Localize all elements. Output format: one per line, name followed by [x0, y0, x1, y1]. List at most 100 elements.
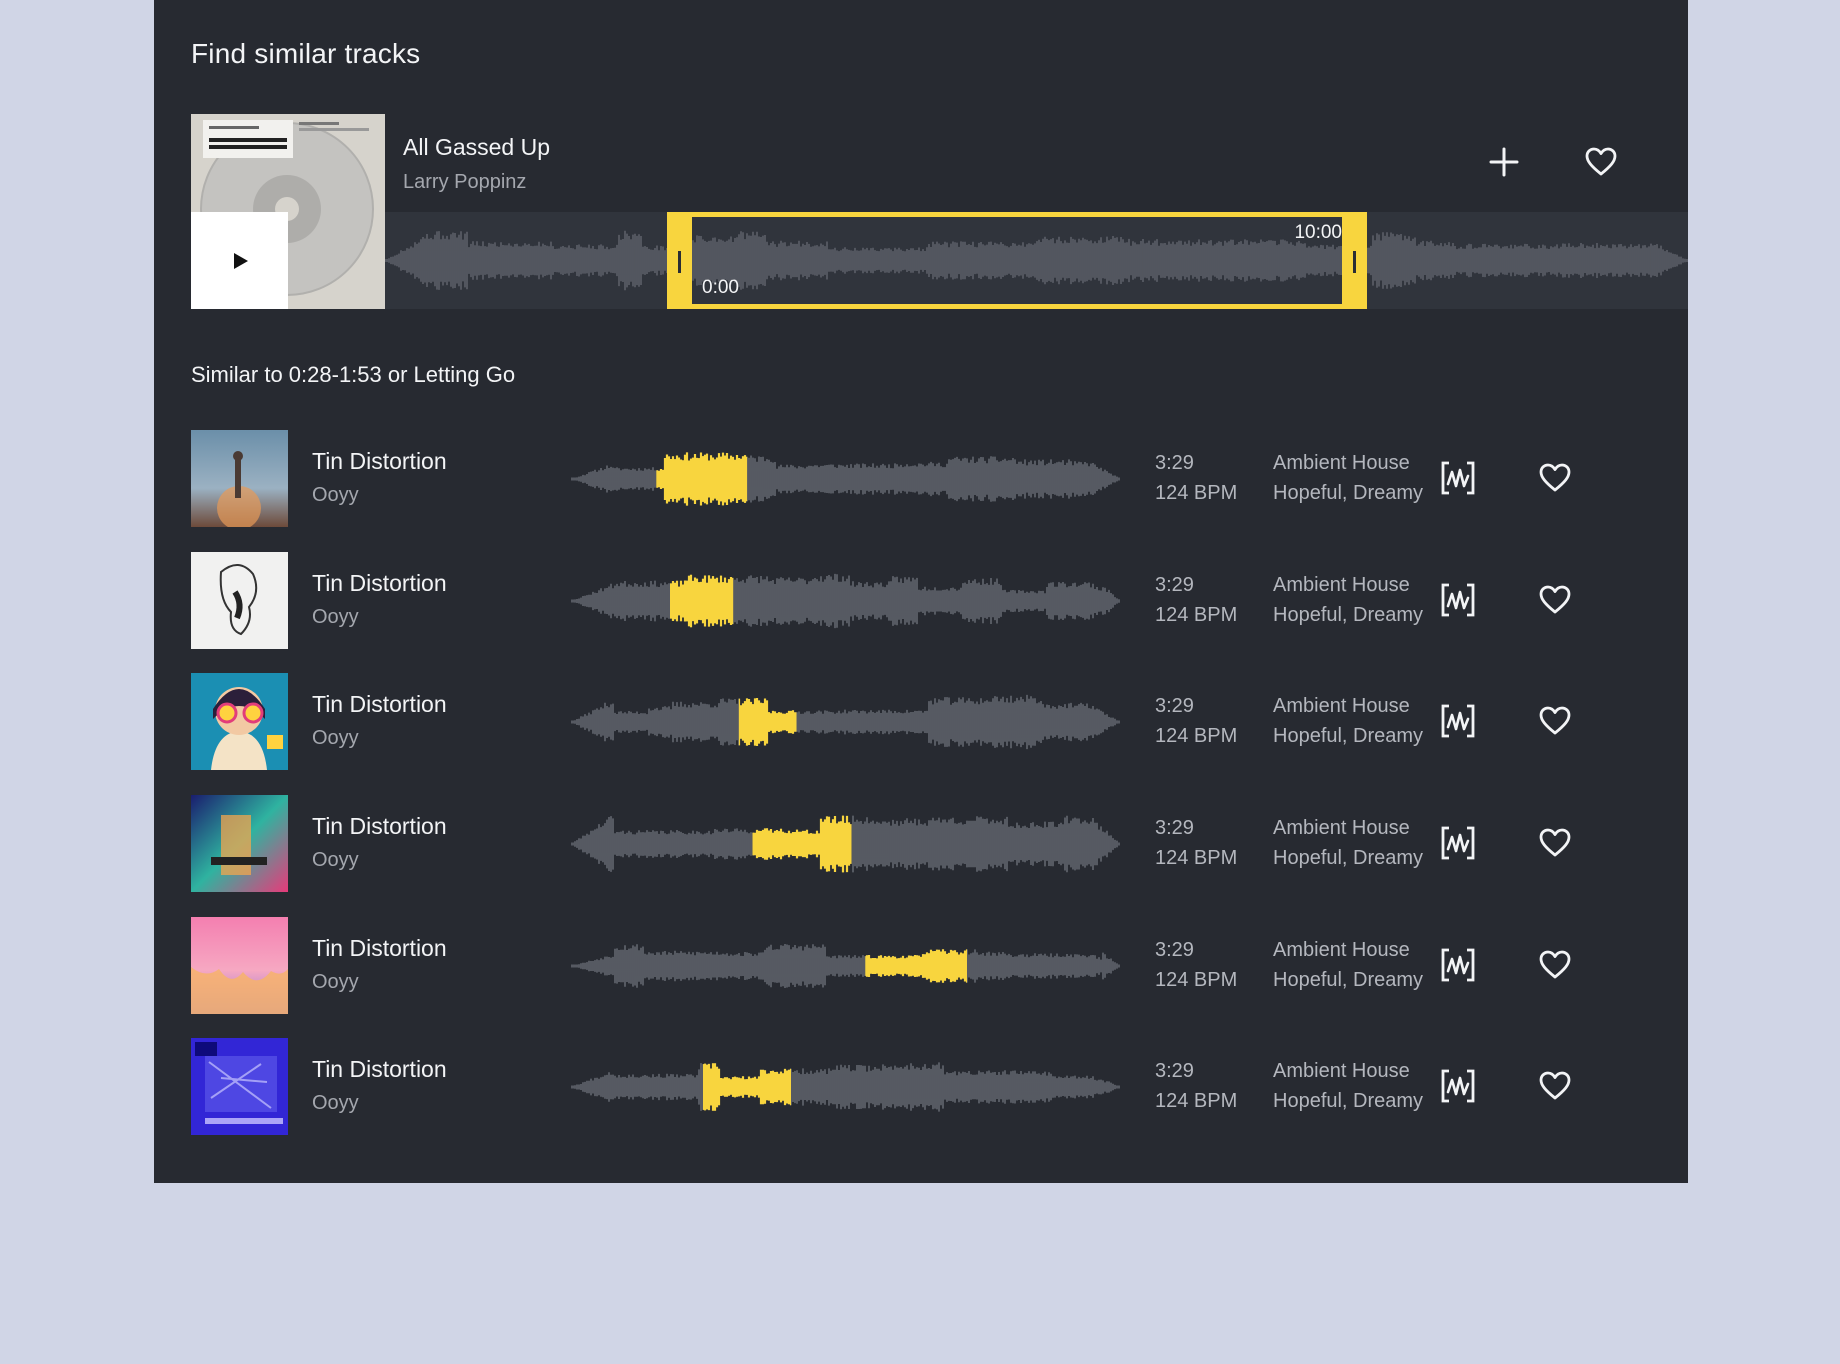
- track-duration: 3:29: [1155, 452, 1194, 474]
- track-bpm: 124 BPM: [1155, 604, 1238, 626]
- track-duration: 3:29: [1155, 695, 1194, 717]
- waveform-path: [571, 694, 1120, 750]
- like-track-button[interactable]: [1531, 454, 1579, 502]
- find-similar-button[interactable]: [1434, 819, 1482, 867]
- waveform-search-icon: [1441, 461, 1475, 495]
- play-icon: [233, 252, 248, 269]
- track-artist: Ooyy: [312, 849, 359, 871]
- track-title: Tin Distortion: [312, 813, 447, 839]
- track-row[interactable]: Tin Distortion Ooyy 3:29 124 BPM Ambient…: [191, 795, 1651, 892]
- track-genre: Ambient House: [1273, 817, 1410, 839]
- track-genre: Ambient House: [1273, 574, 1410, 596]
- find-similar-button[interactable]: [1434, 1062, 1482, 1110]
- track-cover-art: [191, 673, 288, 770]
- track-duration: 3:29: [1155, 1060, 1194, 1082]
- plus-icon: [1489, 147, 1519, 177]
- track-title: Tin Distortion: [312, 935, 447, 961]
- find-similar-button[interactable]: [1434, 454, 1482, 502]
- track-duration: 3:29: [1155, 939, 1194, 961]
- track-waveform[interactable]: [571, 1052, 1121, 1122]
- track-bpm: 124 BPM: [1155, 482, 1238, 504]
- track-waveform[interactable]: [571, 444, 1121, 514]
- track-genre: Ambient House: [1273, 695, 1410, 717]
- heart-icon: [1539, 950, 1571, 979]
- seed-cover-art: [191, 114, 385, 309]
- track-row[interactable]: Tin Distortion Ooyy 3:29 124 BPM Ambient…: [191, 673, 1651, 770]
- track-cover-art: [191, 917, 288, 1014]
- add-button[interactable]: [1480, 138, 1528, 186]
- find-similar-button[interactable]: [1434, 697, 1482, 745]
- track-cover-art: [191, 795, 288, 892]
- seed-track-artist: Larry Poppinz: [403, 171, 527, 193]
- like-seed-button[interactable]: [1577, 138, 1625, 186]
- track-row[interactable]: Tin Distortion Ooyy 3:29 124 BPM Ambient…: [191, 430, 1651, 527]
- track-bpm: 124 BPM: [1155, 725, 1238, 747]
- track-genre: Ambient House: [1273, 939, 1410, 961]
- track-duration: 3:29: [1155, 574, 1194, 596]
- heart-icon: [1585, 147, 1617, 176]
- track-title: Tin Distortion: [312, 448, 447, 474]
- track-waveform[interactable]: [571, 809, 1121, 879]
- track-row[interactable]: Tin Distortion Ooyy 3:29 124 BPM Ambient…: [191, 552, 1651, 649]
- like-track-button[interactable]: [1531, 576, 1579, 624]
- page-title: Find similar tracks: [191, 38, 421, 69]
- cover-neon-keyboard: [191, 795, 288, 892]
- track-title: Tin Distortion: [312, 691, 447, 717]
- track-cover-art: [191, 1038, 288, 1135]
- track-genre: Ambient House: [1273, 452, 1410, 474]
- waveform-path: [571, 1062, 1120, 1112]
- cover-dusk-figure: [191, 430, 288, 527]
- seed-track-title: All Gassed Up: [403, 134, 551, 160]
- selection-start-time: 0:00: [702, 277, 739, 298]
- waveform-search-icon: [1441, 704, 1475, 738]
- track-mood: Hopeful, Dreamy: [1273, 604, 1424, 626]
- track-title: Tin Distortion: [312, 1056, 447, 1082]
- track-genre: Ambient House: [1273, 1060, 1410, 1082]
- track-waveform[interactable]: [571, 931, 1121, 1001]
- track-waveform[interactable]: [571, 687, 1121, 757]
- heart-icon: [1539, 585, 1571, 614]
- heart-icon: [1539, 1071, 1571, 1100]
- track-row[interactable]: Tin Distortion Ooyy 3:29 124 BPM Ambient…: [191, 917, 1651, 1014]
- track-artist: Ooyy: [312, 727, 359, 749]
- find-similar-button[interactable]: [1434, 576, 1482, 624]
- like-track-button[interactable]: [1531, 697, 1579, 745]
- selection-end-handle[interactable]: [1353, 251, 1356, 273]
- find-similar-button[interactable]: [1434, 941, 1482, 989]
- like-track-button[interactable]: [1531, 941, 1579, 989]
- cover-blue-transatlantic: [191, 1038, 288, 1135]
- like-track-button[interactable]: [1531, 1062, 1579, 1110]
- track-mood: Hopeful, Dreamy: [1273, 725, 1424, 747]
- track-title: Tin Distortion: [312, 570, 447, 596]
- similar-tracks-panel: Find similar tracks All Gassed Up Larry …: [154, 0, 1688, 1183]
- waveform-search-icon: [1441, 1069, 1475, 1103]
- waveform-path: [571, 452, 1120, 506]
- track-cover-art: [191, 430, 288, 527]
- track-mood: Hopeful, Dreamy: [1273, 969, 1424, 991]
- track-cover-art: [191, 552, 288, 649]
- waveform-path: [571, 573, 1120, 629]
- similar-to-label: Similar to 0:28-1:53 or Letting Go: [191, 362, 516, 387]
- track-duration: 3:29: [1155, 817, 1194, 839]
- track-bpm: 124 BPM: [1155, 969, 1238, 991]
- selection-end-time: 10:00: [1294, 222, 1342, 243]
- waveform-path: [571, 944, 1120, 988]
- selection-start-handle[interactable]: [678, 251, 681, 273]
- like-track-button[interactable]: [1531, 819, 1579, 867]
- waveform-search-icon: [1441, 948, 1475, 982]
- heart-icon: [1539, 463, 1571, 492]
- track-mood: Hopeful, Dreamy: [1273, 847, 1424, 869]
- selection-range[interactable]: 0:00 10:00: [667, 212, 1367, 309]
- track-bpm: 124 BPM: [1155, 847, 1238, 869]
- heart-icon: [1539, 828, 1571, 857]
- heart-icon: [1539, 706, 1571, 735]
- cover-pink-drip: [191, 917, 288, 1014]
- track-mood: Hopeful, Dreamy: [1273, 1090, 1424, 1112]
- cover-sketch: [191, 552, 288, 649]
- track-artist: Ooyy: [312, 484, 359, 506]
- track-waveform[interactable]: [571, 566, 1121, 636]
- play-button[interactable]: [191, 212, 288, 309]
- cover-headphones-girl: [191, 673, 288, 770]
- track-row[interactable]: Tin Distortion Ooyy 3:29 124 BPM Ambient…: [191, 1038, 1651, 1135]
- waveform-search-icon: [1441, 826, 1475, 860]
